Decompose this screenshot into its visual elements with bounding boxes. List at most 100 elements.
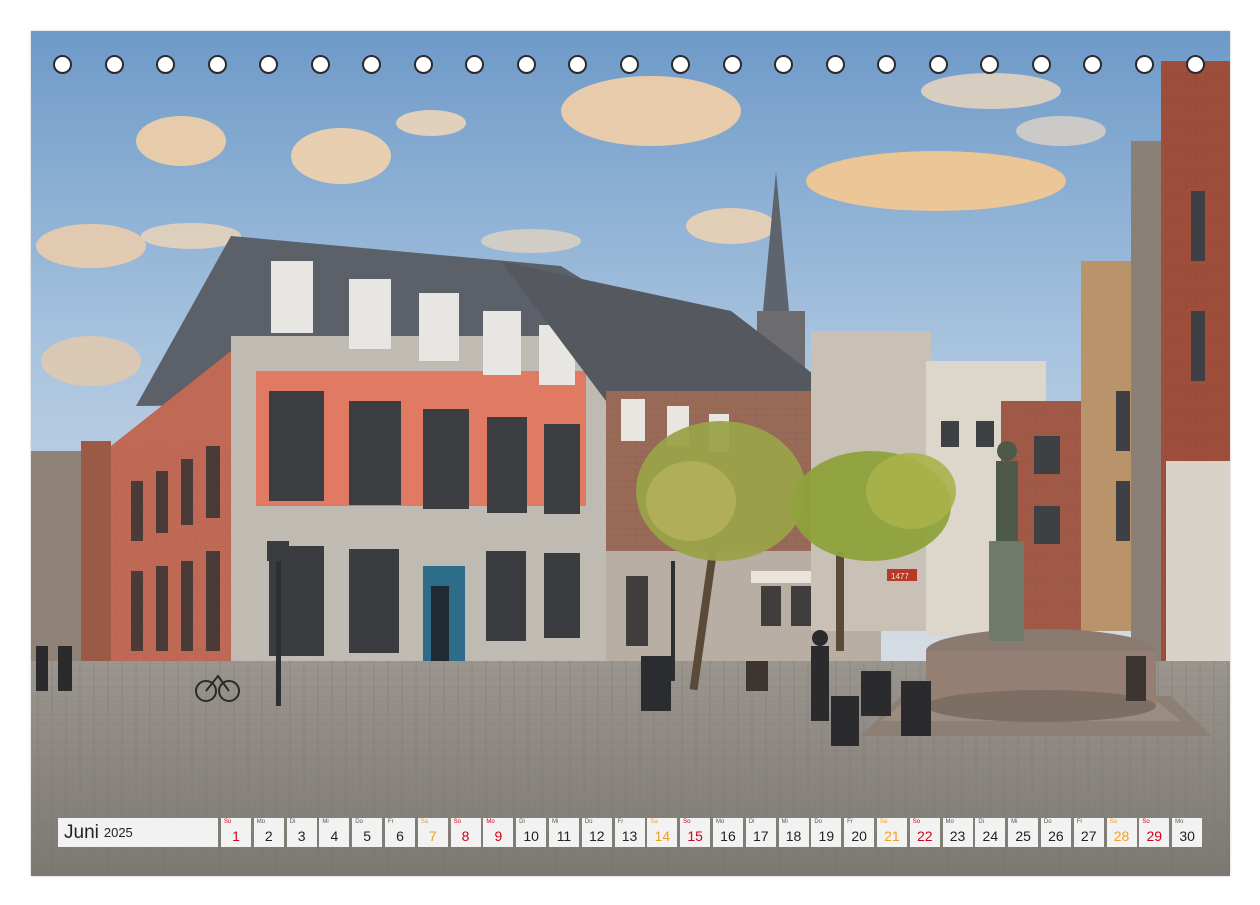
day-cell: Mo 2 [253,818,284,847]
day-number: 15 [687,828,703,844]
day-cell: Fr 20 [844,818,875,847]
day-number: 25 [1015,828,1031,844]
shop-sign-text: 1477 [891,572,909,581]
day-number: 12 [588,828,605,844]
weekday-abbr: Di [519,819,525,825]
day-number: 10 [523,828,539,844]
trash-bin [641,656,671,711]
weekday-abbr: Mo [486,819,495,825]
weekday-abbr: Do [355,819,363,825]
calendar-strip: Juni 2025 So 1 Mo 2 Di 3 Mi 4 Do 5 Fr 6 Sa 7 So 8 Mo 9 Di 1… [58,818,1205,847]
day-cell: Sa 21 [876,818,907,847]
day-cell: So 8 [450,818,481,847]
day-number: 22 [916,828,933,844]
day-number: 1 [232,828,240,844]
day-cell: Mo 23 [942,818,973,847]
calendar-photo: 1477 [31,31,1230,876]
month-year: 2025 [103,825,133,840]
day-cell: Mo 9 [483,818,514,847]
weekday-abbr: Fr [387,819,394,825]
day-number: 18 [785,828,802,844]
day-cell: Fr 13 [614,818,645,847]
weekday-abbr: So [224,819,232,825]
day-number: 5 [363,828,372,844]
weekday-abbr: Sa [420,819,429,825]
weekday-abbr: Do [1043,819,1052,825]
day-cell: Di 17 [745,818,776,847]
weekday-abbr: So [912,819,921,825]
weekday-abbr: Mi [551,819,559,825]
weekday-abbr: Sa [879,819,888,825]
day-number: 2 [264,828,273,844]
day-cell: Fr 6 [384,818,415,847]
weekday-abbr: So [683,819,691,825]
day-cell: Mi 18 [778,818,809,847]
weekday-abbr: Di [978,819,984,825]
day-number: 24 [982,828,999,844]
day-cell: So 22 [909,818,940,847]
day-cell: Di 24 [975,818,1006,847]
day-cell: Fr 27 [1073,818,1104,847]
weekday-abbr: Sa [650,819,658,825]
day-cell: Do 5 [352,818,383,847]
day-cell: Di 3 [286,818,317,847]
day-cell: Mo 16 [712,818,743,847]
day-cell: So 1 [221,818,251,847]
day-number: 4 [330,828,339,844]
statue [996,461,1018,541]
day-cell: Mo 30 [1172,818,1203,847]
weekday-abbr: Do [584,819,593,825]
weekday-abbr: Di [748,819,755,825]
day-cell: Mi 25 [1008,818,1039,847]
day-cell: Do 12 [581,818,612,847]
day-number: 13 [621,828,638,844]
day-number: 20 [851,828,867,844]
weekday-abbr: Fr [1076,819,1083,825]
day-number: 9 [494,828,503,844]
weekday-abbr: Di [289,819,296,825]
day-cell: Do 19 [811,818,842,847]
weekday-abbr: Fr [847,819,853,825]
day-cell: Do 26 [1040,818,1071,847]
day-cell: Di 10 [516,818,547,847]
day-number: 16 [720,828,736,844]
day-number: 3 [297,828,306,844]
day-number: 30 [1179,828,1195,844]
month-name: Juni [64,821,99,843]
day-number: 21 [884,828,900,844]
day-cell: Mi 4 [319,818,350,847]
day-number: 28 [1113,828,1130,844]
weekday-abbr: Mi [322,819,329,825]
left-buildings [31,451,86,661]
weekday-abbr: Mi [1011,819,1018,825]
day-cells: So 1 Mo 2 Di 3 Mi 4 Do 5 Fr 6 Sa 7 So 8 Mo 9 Di 10 Mi 11 Do 12 F… [221,818,1205,847]
day-number: 8 [461,828,470,844]
weekday-abbr: Fr [617,819,624,825]
day-cell: Sa 14 [647,818,678,847]
day-number: 26 [1048,828,1064,844]
day-cell: So 15 [680,818,711,847]
day-number: 7 [428,828,437,844]
day-cell: Mi 11 [548,818,579,847]
weekday-abbr: Mo [256,819,266,825]
weekday-abbr: So [1142,819,1150,825]
day-number: 23 [949,828,966,844]
weekday-abbr: Do [814,819,823,825]
month-label: Juni 2025 [58,818,218,847]
day-number: 19 [818,828,835,844]
day-cell: So 29 [1139,818,1170,847]
day-number: 29 [1146,828,1163,844]
weekday-abbr: So [453,819,461,825]
weekday-abbr: Mi [781,819,788,825]
weekday-abbr: Mo [1175,819,1184,825]
day-cell: Sa 7 [417,818,448,847]
day-number: 6 [396,828,404,844]
day-number: 17 [752,828,769,844]
weekday-abbr: Mo [945,819,954,825]
day-number: 27 [1080,828,1097,844]
day-number: 14 [654,828,671,844]
weekday-abbr: Mo [715,819,725,825]
weekday-abbr: Sa [1109,819,1117,825]
day-number: 11 [556,828,572,844]
day-cell: Sa 28 [1106,818,1137,847]
